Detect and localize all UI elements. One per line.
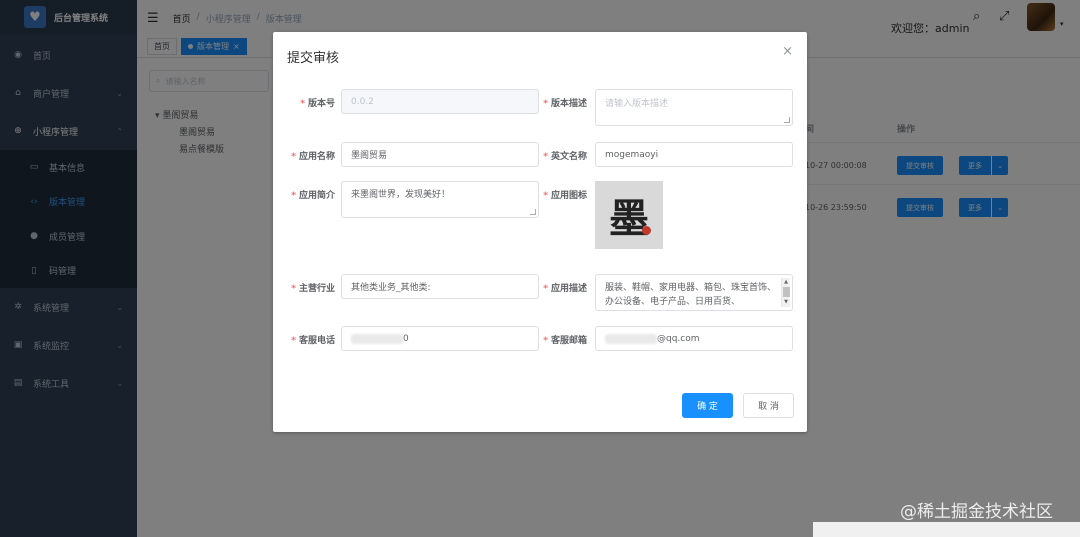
label-text: 客服邮箱: [550, 336, 587, 346]
resize-handle-icon[interactable]: [530, 209, 536, 215]
seal-icon: [642, 226, 651, 235]
scroll-down-icon[interactable]: ▼: [782, 298, 790, 306]
label-version-no: * 版本号: [300, 99, 335, 109]
label-text: 主营行业: [298, 284, 335, 294]
label-en-name: * 英文名称: [543, 152, 587, 162]
redacted-block: [605, 333, 657, 344]
label-service-phone: * 客服电话: [291, 336, 335, 346]
app-intro-textarea[interactable]: 来墨阁世界，发现美好！: [341, 181, 539, 218]
resize-handle-icon[interactable]: [784, 117, 790, 123]
redacted-block: [351, 333, 403, 344]
scroll-up-icon[interactable]: ▲: [782, 278, 790, 286]
confirm-button[interactable]: 确 定: [682, 393, 733, 418]
label-text: 应用名称: [298, 152, 335, 162]
submit-audit-dialog: 提交审核 × * 版本号 0.0.2 * 版本描述 请输入版本描述 * 应用名称 墨阁…: [273, 32, 807, 432]
label-app-icon: * 应用图标: [543, 191, 587, 201]
label-industry: * 主营行业: [291, 284, 335, 294]
label-app-name: * 应用名称: [291, 152, 335, 162]
page-footer-strip: [813, 522, 1080, 537]
service-phone-input[interactable]: 0: [341, 326, 539, 351]
cancel-button[interactable]: 取 消: [743, 393, 794, 418]
label-version-desc: * 版本描述: [543, 99, 587, 109]
label-text: 客服电话: [298, 336, 335, 346]
version-desc-textarea[interactable]: 请输入版本描述: [595, 89, 793, 126]
label-service-email: * 客服邮箱: [543, 336, 587, 346]
dialog-title: 提交审核: [287, 51, 340, 66]
label-app-intro: * 应用简介: [291, 191, 335, 201]
label-text: 应用简介: [298, 191, 335, 201]
input-value: 0: [403, 333, 409, 344]
label-text: 版本描述: [550, 99, 587, 109]
label-app-desc: * 应用描述: [543, 284, 587, 294]
label-text: 应用图标: [550, 191, 587, 201]
textarea-value: 来墨阁世界，发现美好！: [351, 190, 451, 200]
app-desc-textarea[interactable]: 服装、鞋帽、家用电器、箱包、珠宝首饰、办公设备、电子产品、日用百货、 ▲ ▼: [595, 274, 793, 311]
label-text: 版本号: [307, 99, 335, 109]
service-email-input[interactable]: @qq.com: [595, 326, 793, 351]
app-name-input[interactable]: 墨阁贸易: [341, 142, 539, 167]
watermark: @稀土掘金技术社区: [900, 502, 1053, 522]
app-icon-glyph: 墨: [609, 195, 649, 242]
en-name-input[interactable]: mogemaoyi: [595, 142, 793, 167]
industry-input[interactable]: 其他类业务_其他类:: [341, 274, 539, 299]
placeholder-text: 请输入版本描述: [605, 99, 669, 109]
scrollbar[interactable]: ▲ ▼: [781, 278, 790, 307]
close-icon[interactable]: ×: [782, 44, 793, 59]
label-text: 英文名称: [550, 152, 587, 162]
label-text: 应用描述: [550, 284, 587, 294]
input-value: @qq.com: [657, 333, 700, 344]
app-icon-image[interactable]: 墨: [595, 181, 663, 249]
textarea-value: 服装、鞋帽、家用电器、箱包、珠宝首饰、办公设备、电子产品、日用百货、: [605, 283, 777, 307]
version-no-input[interactable]: 0.0.2: [341, 89, 539, 114]
scroll-thumb[interactable]: [782, 287, 790, 297]
